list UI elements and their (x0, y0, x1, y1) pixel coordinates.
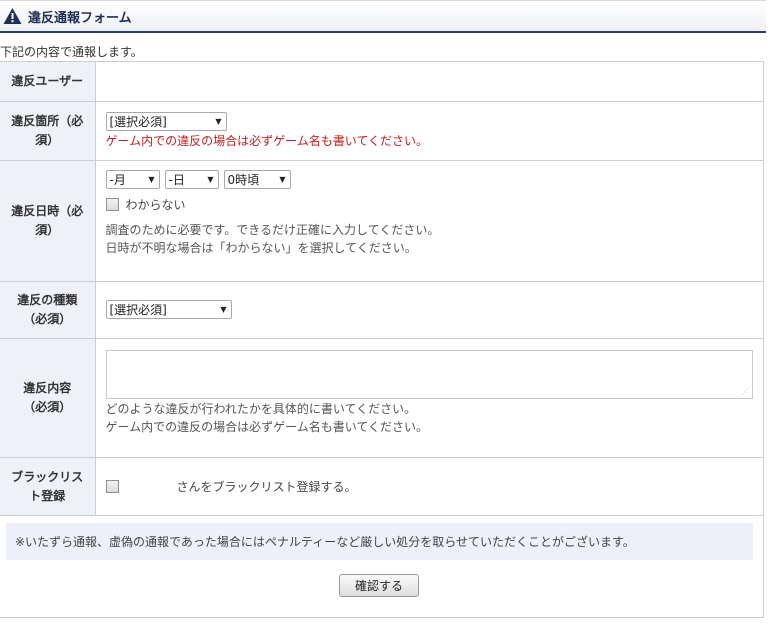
false-report-warning: ※いたずら通報、虚偽の通報であった場合にはペナルティーなど厳しい処分を取らせてい… (6, 523, 753, 560)
datetime-label: 違反日時（必須） (11, 204, 84, 237)
form-title: 違反通報フォーム (28, 10, 132, 26)
form-border-bottom (0, 617, 764, 618)
datetime-note-2: 日時が不明な場合は「わからない」を選択してください。 (105, 241, 417, 255)
blacklist-row: ブラックリスト登録 さんをブラックリスト登録する。 (0, 457, 764, 516)
blacklist-label: ブラックリスト登録 (11, 469, 84, 503)
unknown-label: わからない (125, 197, 186, 212)
type-label: 違反の種類（必須） (17, 293, 78, 326)
content-label: 違反内容（必須） (23, 381, 72, 414)
hour-select[interactable]: 0時頃 ▼ (223, 170, 291, 189)
confirm-button[interactable]: 確認する (339, 574, 419, 597)
location-select-value: [選択必須] (109, 115, 167, 129)
unknown-checkbox[interactable] (105, 197, 119, 211)
form-border-right (763, 514, 764, 618)
warning-triangle-icon (3, 8, 22, 24)
chevron-down-icon: ▼ (279, 175, 286, 184)
content-note-1: どのような違反が行われたかを具体的に書いてください。 (105, 402, 417, 416)
resize-grip-icon[interactable]: ⋰ (742, 389, 749, 396)
location-note: ゲーム内での違反の場合は必ずゲーム名も書いてください。 (105, 134, 429, 148)
location-row: 違反箇所（必須） [選択必須] ▼ ゲーム内での違反の場合は必ずゲーム名も書いて… (0, 101, 764, 161)
type-row: 違反の種類（必須） [選択必須] ▼ (0, 281, 764, 339)
chevron-down-icon: ▼ (215, 117, 222, 126)
chevron-down-icon: ▼ (148, 175, 155, 184)
report-form-table: 違反ユーザー 違反箇所（必須） [選択必須] ▼ ゲーム内での違反の場合は必ずゲ… (0, 61, 764, 516)
content-note-2: ゲーム内での違反の場合は必ずゲーム名も書いてください。 (105, 420, 429, 434)
violator-row: 違反ユーザー (0, 61, 764, 102)
month-select[interactable]: -月 ▼ (105, 170, 160, 189)
chevron-down-icon: ▼ (220, 305, 227, 314)
month-select-value: -月 (109, 173, 126, 187)
content-row: 違反内容（必須） ⋰ どのような違反が行われたかを具体的に書いてください。 ゲー… (0, 338, 764, 458)
day-select[interactable]: -日 ▼ (164, 170, 219, 189)
violator-label: 違反ユーザー (0, 61, 96, 102)
datetime-row: 違反日時（必須） -月 ▼ -日 ▼ 0時頃 ▼ わからない 調査のために必要で… (0, 160, 764, 282)
form-header: 違反通報フォーム (0, 0, 766, 33)
chevron-down-icon: ▼ (207, 175, 214, 184)
violator-value (95, 61, 764, 102)
day-select-value: -日 (168, 173, 185, 187)
type-select[interactable]: [選択必須] ▼ (105, 300, 232, 319)
blacklist-text: さんをブラックリスト登録する。 (176, 480, 357, 494)
content-textarea[interactable]: ⋰ (105, 350, 753, 399)
location-label: 違反箇所（必須） (11, 114, 84, 147)
blacklist-checkbox[interactable] (105, 480, 119, 493)
type-select-value: [選択必須] (109, 303, 167, 317)
datetime-note-1: 調査のために必要です。できるだけ正確に入力してください。 (105, 223, 440, 237)
location-select[interactable]: [選択必須] ▼ (105, 112, 227, 131)
hour-select-value: 0時頃 (227, 173, 260, 187)
intro-text: 下記の内容で通報します。 (0, 45, 143, 59)
unknown-option: わからない (105, 195, 764, 213)
